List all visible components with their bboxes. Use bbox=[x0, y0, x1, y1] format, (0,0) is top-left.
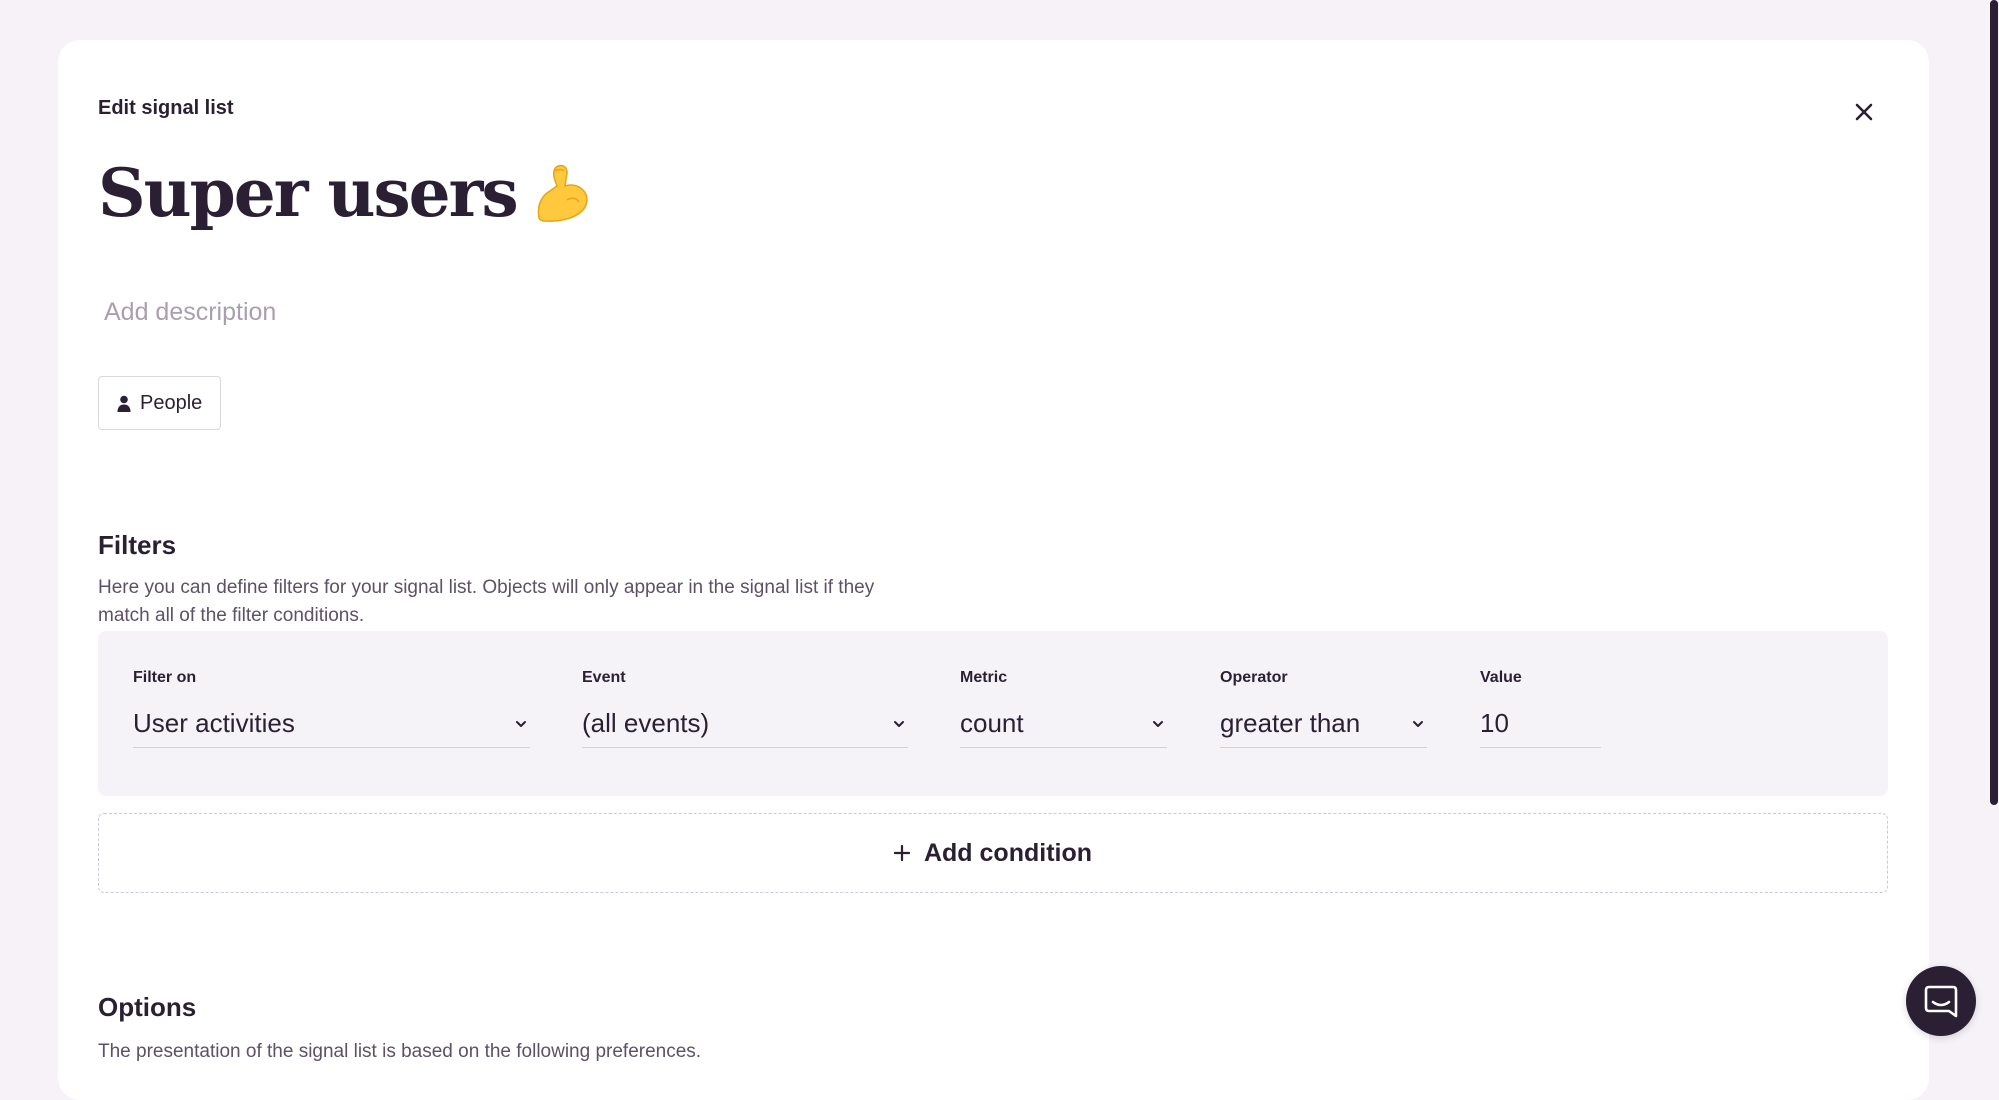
operator-label: Operator bbox=[1220, 669, 1288, 686]
operator-field: Operator greater than bbox=[1220, 669, 1427, 748]
filter-on-field: Filter on User activities bbox=[133, 669, 530, 748]
chevron-down-icon bbox=[894, 720, 904, 727]
event-field: Event (all events) bbox=[582, 669, 908, 748]
event-value: (all events) bbox=[582, 708, 710, 738]
flexed-biceps-icon bbox=[537, 164, 588, 222]
chat-icon bbox=[1924, 985, 1958, 1018]
value-label: Value bbox=[1480, 669, 1522, 686]
value-input-value: 10 bbox=[1480, 708, 1509, 738]
filters-description-line-2: match all of the filter conditions. bbox=[98, 605, 365, 626]
person-icon bbox=[117, 395, 131, 412]
filters-description-line-1: Here you can define filters for your sig… bbox=[98, 577, 875, 598]
filter-on-value: User activities bbox=[133, 708, 295, 738]
operator-value: greater than bbox=[1220, 708, 1361, 738]
operator-select[interactable]: greater than bbox=[1220, 700, 1427, 748]
object-type-label: People bbox=[140, 391, 203, 414]
options-description: The presentation of the signal list is b… bbox=[98, 1041, 702, 1062]
metric-value: count bbox=[960, 708, 1024, 738]
plus-icon bbox=[893, 845, 910, 861]
filter-condition-panel: Filter on User activities Event (all eve… bbox=[98, 631, 1888, 796]
chevron-down-icon bbox=[1413, 720, 1423, 727]
event-select[interactable]: (all events) bbox=[582, 700, 908, 748]
value-field: Value 10 bbox=[1480, 669, 1601, 748]
filter-on-label: Filter on bbox=[133, 669, 197, 686]
modal-label: Edit signal list bbox=[98, 97, 234, 119]
value-input[interactable]: 10 bbox=[1480, 700, 1601, 748]
filter-on-select[interactable]: User activities bbox=[133, 700, 530, 748]
chevron-down-icon bbox=[1153, 720, 1163, 727]
add-condition-button[interactable]: Add condition bbox=[98, 813, 1888, 893]
title-row: Super users bbox=[98, 160, 593, 226]
metric-select[interactable]: count bbox=[960, 700, 1167, 748]
object-type-button[interactable]: People bbox=[98, 376, 222, 430]
options-heading: Options bbox=[98, 992, 197, 1022]
add-condition-label: Add condition bbox=[923, 838, 1093, 867]
close-icon bbox=[1855, 103, 1873, 121]
chevron-down-icon bbox=[516, 720, 526, 727]
filters-heading: Filters bbox=[98, 530, 177, 560]
chat-support-button[interactable] bbox=[1906, 966, 1976, 1036]
scrollbar-thumb[interactable] bbox=[1990, 0, 1998, 805]
close-button[interactable] bbox=[1846, 94, 1882, 130]
event-label: Event bbox=[582, 669, 626, 686]
metric-field: Metric count bbox=[960, 669, 1167, 748]
metric-label: Metric bbox=[960, 669, 1008, 686]
page-title[interactable]: Super users bbox=[98, 160, 519, 226]
description-input[interactable]: Add description bbox=[104, 298, 276, 327]
filters-description: Here you can define filters for your sig… bbox=[98, 574, 874, 630]
edit-signal-list-modal: Edit signal list Super users Add descrip… bbox=[58, 40, 1929, 1100]
